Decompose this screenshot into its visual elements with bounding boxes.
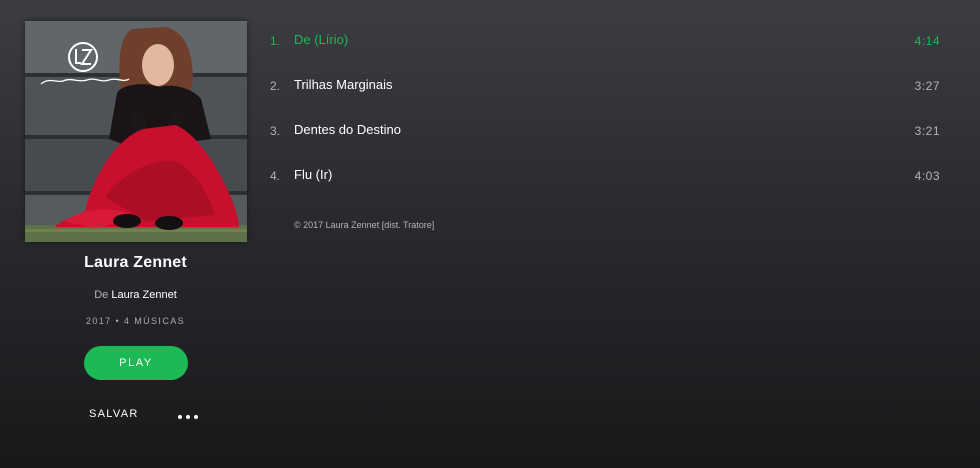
album-by-line: De Laura Zennet [0, 289, 271, 301]
artist-logo-icon [40, 42, 130, 85]
track-row[interactable]: 3. Dentes do Destino 3:21 [262, 110, 980, 155]
album-meta: 2017 • 4 MÚSICAS [85, 316, 186, 326]
album-title: Laura Zennet [84, 254, 187, 271]
more-dot [194, 415, 198, 419]
play-button[interactable]: PLAY [84, 346, 188, 380]
more-dot [186, 415, 190, 419]
track-duration: 4:03 [914, 169, 940, 183]
track-title[interactable]: De (Lírio) [294, 32, 348, 47]
artist-link[interactable]: Laura Zennet [111, 289, 176, 301]
more-dot [178, 415, 182, 419]
by-prefix: De [94, 289, 109, 301]
track-number: 4. [269, 169, 280, 183]
track-duration: 4:14 [914, 34, 940, 48]
album-cover-logo [35, 31, 135, 101]
album-cover[interactable] [25, 21, 247, 242]
track-row[interactable]: 4. Flu (Ir) 4:03 [262, 155, 980, 200]
more-options-icon[interactable] [177, 408, 199, 424]
track-duration: 3:21 [914, 124, 940, 138]
track-title[interactable]: Flu (Ir) [294, 167, 332, 182]
album-sidebar: Laura Zennet De Laura Zennet 2017 • 4 MÚ… [0, 0, 271, 468]
copyright-text: © 2017 Laura Zennet [dist. Tratore] [294, 220, 435, 230]
track-number: 3. [269, 124, 280, 138]
track-number: 1. [269, 34, 280, 48]
track-duration: 3:27 [914, 79, 940, 93]
track-row[interactable]: 1. De (Lírio) 4:14 [262, 20, 980, 65]
track-title[interactable]: Trilhas Marginais [294, 77, 393, 92]
save-button[interactable]: SALVAR [89, 408, 139, 420]
track-number: 2. [269, 79, 280, 93]
track-title[interactable]: Dentes do Destino [294, 122, 401, 137]
track-row[interactable]: 2. Trilhas Marginais 3:27 [262, 65, 980, 110]
